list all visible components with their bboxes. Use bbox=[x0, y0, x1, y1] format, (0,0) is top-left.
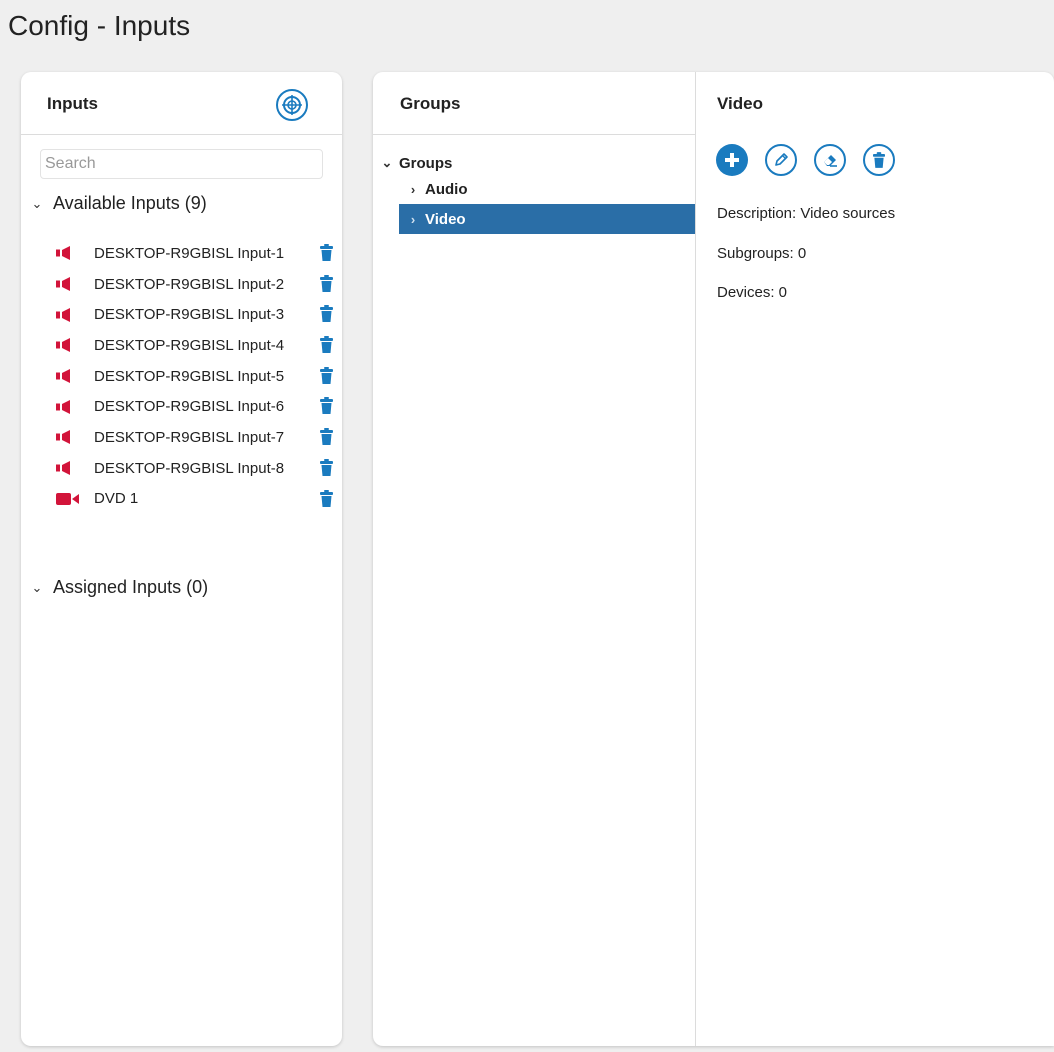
groups-header: Groups bbox=[373, 72, 695, 135]
input-label: DESKTOP-R9GBISL Input-5 bbox=[94, 367, 285, 385]
list-item[interactable]: DVD 1 bbox=[56, 484, 341, 515]
list-item[interactable]: DESKTOP-R9GBISL Input-2 bbox=[56, 269, 341, 300]
speaker-icon bbox=[56, 430, 70, 445]
add-group-button[interactable] bbox=[716, 144, 748, 176]
tree-node-audio[interactable]: › Audio bbox=[399, 174, 695, 204]
trash-icon bbox=[320, 428, 333, 446]
delete-input-button[interactable] bbox=[320, 428, 333, 449]
page-title: Config - Inputs bbox=[8, 10, 191, 41]
plus-icon bbox=[725, 153, 739, 167]
speaker-icon bbox=[56, 246, 70, 261]
list-item[interactable]: DESKTOP-R9GBISL Input-1 bbox=[56, 238, 341, 269]
group-subgroups: Subgroups: 0 bbox=[717, 245, 807, 262]
assigned-inputs-toggle[interactable]: ⌄ Assigned Inputs (0) bbox=[29, 577, 209, 598]
groups-title: Groups bbox=[400, 94, 461, 113]
delete-input-button[interactable] bbox=[320, 458, 333, 480]
list-item[interactable]: DESKTOP-R9GBISL Input-7 bbox=[56, 422, 341, 453]
delete-input-button[interactable] bbox=[320, 397, 333, 418]
trash-icon bbox=[320, 366, 333, 384]
list-item[interactable]: DESKTOP-R9GBISL Input-8 bbox=[56, 453, 341, 484]
delete-input-button[interactable] bbox=[320, 244, 333, 265]
crosshair-globe-icon bbox=[282, 95, 302, 115]
edit-group-button[interactable] bbox=[765, 144, 797, 176]
delete-input-button[interactable] bbox=[320, 336, 333, 357]
detail-header: Video bbox=[696, 72, 1054, 134]
speaker-icon bbox=[56, 307, 70, 322]
delete-group-button[interactable] bbox=[863, 144, 895, 176]
chevron-down-icon: ⌄ bbox=[381, 155, 393, 170]
search-input[interactable] bbox=[40, 149, 323, 179]
pencil-icon bbox=[775, 153, 788, 166]
chevron-right-icon: › bbox=[410, 181, 416, 197]
speaker-icon bbox=[56, 399, 70, 414]
trash-icon bbox=[320, 397, 333, 415]
chevron-right-icon: › bbox=[410, 211, 416, 227]
tree-node-label: Video bbox=[425, 210, 466, 228]
eraser-icon bbox=[824, 155, 837, 167]
input-label: DVD 1 bbox=[94, 490, 139, 508]
discover-button[interactable] bbox=[276, 89, 308, 121]
delete-input-button[interactable] bbox=[320, 489, 333, 511]
group-devices: Devices: 0 bbox=[717, 284, 788, 301]
clear-group-button[interactable] bbox=[814, 144, 846, 176]
speaker-icon bbox=[56, 369, 70, 384]
delete-input-button[interactable] bbox=[320, 305, 333, 326]
speaker-icon bbox=[56, 461, 70, 476]
inputs-panel-title: Inputs bbox=[47, 94, 98, 113]
list-item[interactable]: DESKTOP-R9GBISL Input-6 bbox=[56, 391, 341, 422]
tree-node-video[interactable]: › Video bbox=[399, 204, 695, 234]
available-inputs-label: Available Inputs (9) bbox=[53, 193, 207, 213]
trash-icon bbox=[320, 458, 333, 476]
list-item[interactable]: DESKTOP-R9GBISL Input-3 bbox=[56, 299, 341, 330]
input-label: DESKTOP-R9GBISL Input-2 bbox=[94, 275, 285, 293]
tree-node-label: Groups bbox=[399, 154, 453, 172]
trash-icon bbox=[873, 152, 885, 168]
input-label: DESKTOP-R9GBISL Input-4 bbox=[94, 336, 285, 354]
groups-column: Groups ⌄ Groups › Audio › Video bbox=[373, 72, 696, 1046]
trash-icon bbox=[320, 244, 333, 261]
list-item[interactable]: DESKTOP-R9GBISL Input-4 bbox=[56, 330, 341, 361]
list-item[interactable]: DESKTOP-R9GBISL Input-5 bbox=[56, 361, 341, 392]
inputs-panel-header: Inputs bbox=[21, 72, 342, 135]
delete-input-button[interactable] bbox=[320, 274, 333, 296]
chevron-down-icon: ⌄ bbox=[31, 195, 43, 211]
available-inputs-toggle[interactable]: ⌄ Available Inputs (9) bbox=[29, 193, 207, 214]
input-label: DESKTOP-R9GBISL Input-7 bbox=[94, 428, 285, 446]
detail-actions bbox=[716, 144, 895, 176]
input-label: DESKTOP-R9GBISL Input-6 bbox=[94, 398, 285, 416]
available-inputs-list: DESKTOP-R9GBISL Input-1 DESKTOP-R9GBISL … bbox=[56, 238, 341, 514]
detail-title: Video bbox=[717, 94, 763, 113]
video-camera-icon bbox=[56, 492, 79, 505]
tree-node-groups[interactable]: ⌄ Groups bbox=[381, 152, 695, 174]
input-label: DESKTOP-R9GBISL Input-3 bbox=[94, 306, 285, 324]
assigned-inputs-label: Assigned Inputs (0) bbox=[53, 577, 209, 597]
groups-panel: Groups ⌄ Groups › Audio › Video Video De… bbox=[373, 72, 1054, 1046]
input-label: DESKTOP-R9GBISL Input-1 bbox=[94, 244, 285, 262]
group-detail-column: Video Description: Video sources Subgrou… bbox=[696, 72, 1054, 1046]
inputs-panel: Inputs ⌄ Available Inputs (9) DESKTOP-R9… bbox=[21, 72, 342, 1046]
chevron-down-icon: ⌄ bbox=[31, 579, 43, 595]
input-label: DESKTOP-R9GBISL Input-8 bbox=[94, 459, 285, 477]
trash-icon bbox=[320, 489, 333, 507]
groups-tree: ⌄ Groups › Audio › Video bbox=[381, 152, 695, 234]
trash-icon bbox=[320, 274, 333, 292]
trash-icon bbox=[320, 305, 333, 323]
speaker-icon bbox=[56, 338, 70, 353]
tree-node-label: Audio bbox=[425, 180, 468, 198]
speaker-icon bbox=[56, 277, 70, 292]
group-description: Description: Video sources bbox=[717, 205, 896, 222]
trash-icon bbox=[320, 336, 333, 354]
delete-input-button[interactable] bbox=[320, 366, 333, 388]
